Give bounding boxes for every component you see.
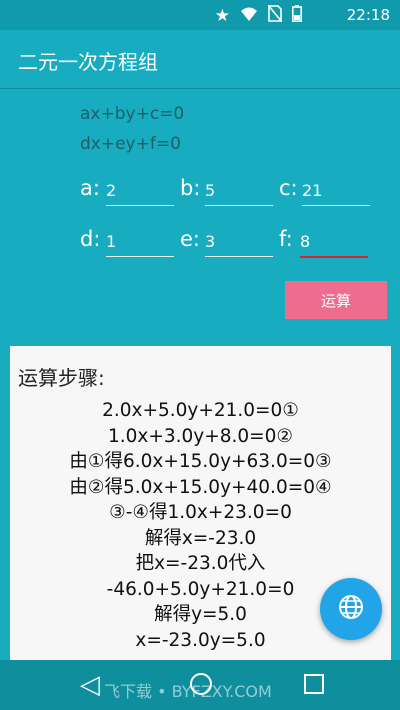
input-d[interactable] bbox=[106, 228, 174, 257]
step-line: 解得x=-23.0 bbox=[144, 527, 257, 549]
app-bar: 二元一次方程组 bbox=[0, 30, 400, 89]
step-line: 1.0x+3.0y+8.0=0② bbox=[107, 425, 294, 447]
step-line: ③-④得1.0x+23.0=0 bbox=[109, 502, 292, 523]
step-line: 由②得5.0x+15.0y+40.0=0④ bbox=[69, 476, 332, 498]
step-line: 2.0x+5.0y+21.0=0① bbox=[102, 400, 299, 421]
navigation-bar: ◁ 飞下载 • BYFZXY.COM bbox=[0, 660, 400, 710]
globe-fab-button[interactable] bbox=[320, 578, 382, 640]
star-icon: ★ bbox=[214, 6, 230, 26]
recent-apps-icon[interactable] bbox=[304, 674, 324, 694]
battery-icon bbox=[292, 5, 302, 27]
label-b: b: bbox=[180, 176, 201, 200]
label-d: d: bbox=[80, 227, 101, 251]
step-line: 把x=-23.0代入 bbox=[135, 553, 266, 574]
status-bar: ★ 22:18 bbox=[0, 0, 400, 30]
label-f: f: bbox=[279, 227, 293, 251]
status-icons: ★ bbox=[214, 4, 302, 27]
wifi-icon bbox=[240, 6, 258, 27]
label-e: e: bbox=[180, 227, 200, 251]
watermark: 飞下载 • BYFZXY.COM bbox=[104, 682, 272, 701]
input-b[interactable] bbox=[205, 177, 273, 206]
input-f[interactable] bbox=[300, 228, 368, 258]
steps-title: 运算步骤: bbox=[18, 366, 105, 390]
label-a: a: bbox=[80, 176, 100, 200]
no-sim-icon bbox=[267, 4, 283, 27]
calculate-button[interactable]: 运算 bbox=[285, 281, 387, 319]
page-title: 二元一次方程组 bbox=[18, 50, 158, 74]
globe-icon bbox=[338, 594, 364, 624]
step-line: 由①得6.0x+15.0y+63.0=0③ bbox=[69, 451, 332, 472]
input-e[interactable] bbox=[205, 228, 273, 257]
equation-1: ax+by+c=0 bbox=[80, 104, 185, 124]
input-a[interactable] bbox=[106, 177, 174, 206]
clock: 22:18 bbox=[346, 6, 390, 24]
label-c: c: bbox=[279, 176, 298, 200]
back-icon[interactable]: ◁ bbox=[80, 670, 100, 700]
input-c[interactable] bbox=[302, 177, 370, 206]
equation-2: dx+ey+f=0 bbox=[80, 134, 181, 154]
